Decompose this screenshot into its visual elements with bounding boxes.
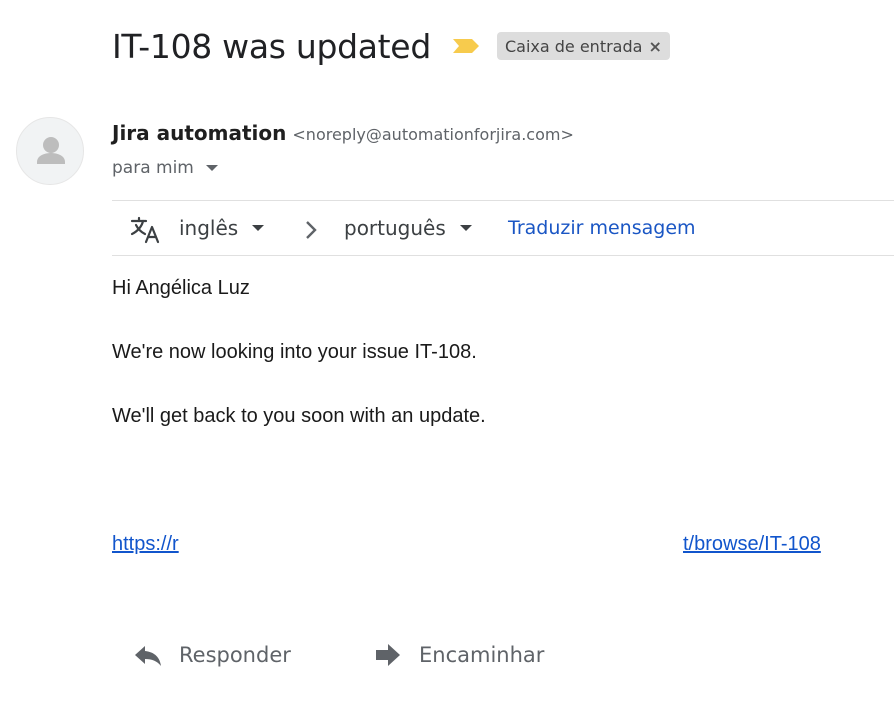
- forward-label: Encaminhar: [419, 643, 545, 667]
- reply-icon: [135, 646, 161, 666]
- body-paragraph-1: We're now looking into your issue IT-108…: [112, 341, 477, 363]
- recipient-label: para mim: [112, 158, 194, 178]
- source-language-dropdown[interactable]: inglês: [179, 216, 265, 240]
- subject-row: IT-108 was updated Caixa de entrada ×: [112, 24, 670, 68]
- issue-link-end[interactable]: t/browse/IT-108: [683, 533, 821, 556]
- forward-icon: [376, 644, 400, 666]
- body-paragraph-2: We'll get back to you soon with an updat…: [112, 405, 486, 427]
- recipient-details-toggle[interactable]: para mim: [112, 158, 218, 178]
- inbox-label-chip: Caixa de entrada ×: [496, 32, 670, 60]
- reply-button[interactable]: Responder: [133, 638, 291, 672]
- chevron-down-icon: [459, 225, 472, 231]
- email-subject: IT-108 was updated: [112, 26, 431, 66]
- translate-message-link[interactable]: Traduzir mensagem: [508, 217, 696, 239]
- chevron-right-icon: [306, 221, 317, 239]
- target-language-dropdown[interactable]: português: [344, 216, 472, 240]
- sender-email: <noreply@automationforjira.com>: [292, 125, 574, 144]
- issue-link-start[interactable]: https://r: [112, 533, 179, 556]
- chevron-down-icon: [205, 165, 218, 171]
- chevron-down-icon: [252, 225, 265, 231]
- remove-label-icon[interactable]: ×: [648, 37, 661, 56]
- forward-button[interactable]: Encaminhar: [373, 638, 544, 672]
- reply-label: Responder: [179, 643, 291, 667]
- importance-marker-icon[interactable]: [451, 37, 481, 55]
- person-avatar-icon: [37, 137, 65, 164]
- greeting-text: Hi Angélica Luz: [112, 277, 250, 299]
- translate-icon: [130, 216, 160, 244]
- sender-avatar[interactable]: [16, 117, 84, 185]
- inbox-label-text: Caixa de entrada: [504, 36, 643, 56]
- target-language-label: português: [344, 216, 446, 240]
- source-language-label: inglês: [179, 216, 239, 240]
- sender-line: Jira automation <noreply@automationforji…: [112, 121, 574, 145]
- translation-bar: inglês português Traduzir mensagem: [112, 200, 894, 256]
- sender-name[interactable]: Jira automation: [112, 121, 286, 145]
